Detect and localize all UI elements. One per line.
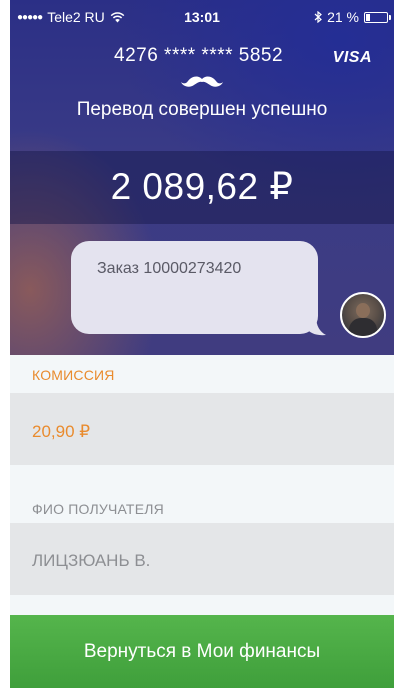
- spacer-row: [10, 595, 394, 615]
- transfer-status-text: Перевод совершен успешно: [76, 99, 328, 120]
- battery-icon: [364, 11, 391, 23]
- avatar-head: [356, 303, 370, 318]
- avatar-body: [349, 318, 377, 336]
- status-bar: ●●●●● Tele2 RU 13:01 21 %: [10, 8, 394, 28]
- recipient-value-row: ЛИЦЗЮАНЬ В.: [10, 523, 394, 595]
- bluetooth-icon: [314, 11, 322, 23]
- battery-percent: 21 %: [327, 9, 359, 25]
- recipient-label-row: ФИО ПОЛУЧАТЕЛЯ: [10, 465, 394, 523]
- visa-logo: VISA: [332, 49, 372, 66]
- transfer-amount: 2 089,62 ₽: [110, 166, 294, 207]
- recipient-name: ЛИЦЗЮАНЬ В.: [32, 551, 151, 570]
- back-to-my-finances-button[interactable]: Вернуться в Мои финансы: [10, 615, 394, 688]
- amount-band: 2 089,62 ₽: [10, 151, 394, 224]
- battery-level: [366, 13, 370, 21]
- status-right: 21 %: [314, 9, 391, 25]
- transfer-header: ●●●●● Tele2 RU 13:01 21 % 4276 **** ****…: [10, 0, 394, 355]
- message-bubble: Заказ 10000273420: [71, 241, 318, 334]
- mustache-icon: [181, 76, 223, 87]
- commission-value-row: 20,90 ₽: [10, 393, 394, 465]
- recipient-label: ФИО ПОЛУЧАТЕЛЯ: [32, 501, 164, 517]
- recipient-avatar: [340, 292, 386, 338]
- transfer-success-screen: ●●●●● Tele2 RU 13:01 21 % 4276 **** ****…: [10, 0, 394, 688]
- message-text: Заказ 10000273420: [97, 260, 242, 277]
- commission-label-row: КОМИССИЯ: [10, 355, 394, 393]
- commission-label: КОМИССИЯ: [32, 367, 115, 383]
- card-number: 4276 **** **** 5852: [114, 45, 284, 66]
- commission-value: 20,90 ₽: [32, 422, 91, 441]
- message-bubble-tail: [306, 316, 326, 336]
